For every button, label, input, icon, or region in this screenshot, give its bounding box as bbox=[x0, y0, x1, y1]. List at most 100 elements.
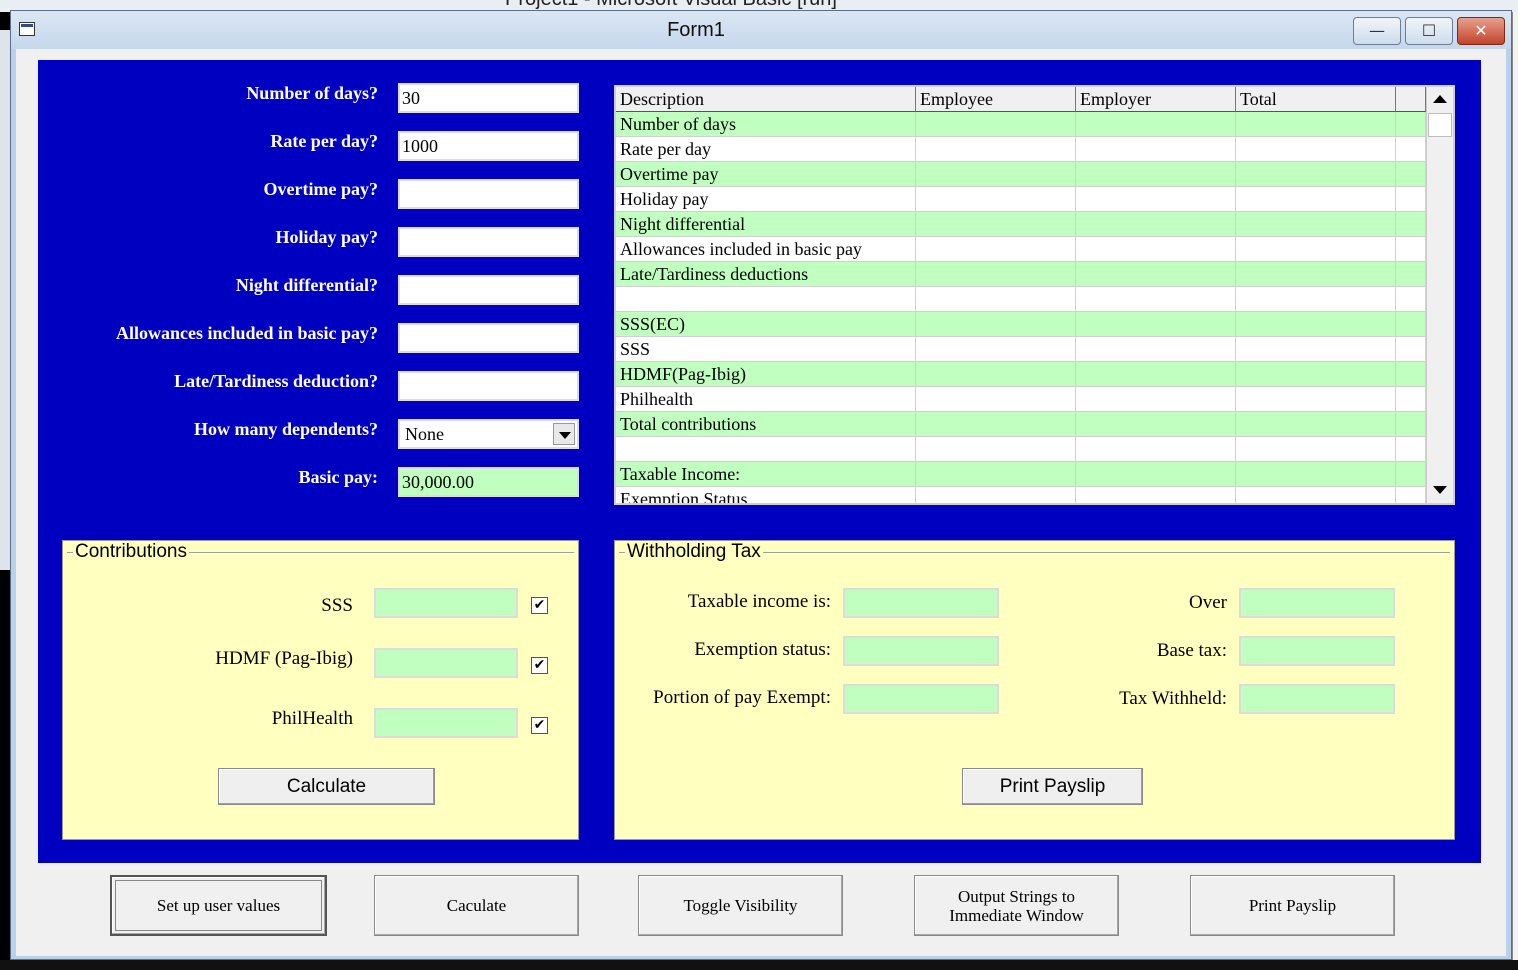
grid-cell[interactable] bbox=[916, 487, 1076, 503]
grid-cell[interactable] bbox=[1236, 487, 1396, 503]
grid-cell[interactable] bbox=[1236, 387, 1396, 412]
grid-cell[interactable] bbox=[1396, 137, 1426, 162]
grid-header-employer[interactable]: Employer bbox=[1076, 87, 1236, 112]
payslip-grid[interactable]: Description Employee Employer Total Number o… bbox=[614, 85, 1455, 505]
grid-row-label[interactable]: Allowances included in basic pay bbox=[616, 237, 916, 262]
night-differential-input[interactable] bbox=[398, 275, 579, 305]
grid-row-label[interactable] bbox=[616, 287, 916, 312]
grid-header-description[interactable]: Description bbox=[616, 87, 916, 112]
grid-cell[interactable] bbox=[1396, 162, 1426, 187]
grid-row-label[interactable]: Night differential bbox=[616, 212, 916, 237]
grid-cell[interactable] bbox=[1396, 187, 1426, 212]
grid-cell[interactable] bbox=[1076, 287, 1236, 312]
dependents-combo[interactable]: None bbox=[398, 419, 579, 449]
toggle-visibility-button[interactable]: Toggle Visibility bbox=[638, 875, 843, 936]
grid-cell[interactable] bbox=[1076, 462, 1236, 487]
philhealth-output[interactable] bbox=[374, 708, 518, 738]
grid-cell[interactable] bbox=[1396, 312, 1426, 337]
grid-cell[interactable] bbox=[916, 412, 1076, 437]
chevron-down-icon[interactable] bbox=[553, 423, 575, 445]
grid-cell[interactable] bbox=[1236, 437, 1396, 462]
grid-cell[interactable] bbox=[1396, 112, 1426, 137]
grid-cell[interactable] bbox=[1236, 412, 1396, 437]
grid-cell[interactable] bbox=[1076, 312, 1236, 337]
allowances-input[interactable] bbox=[398, 323, 579, 353]
grid-row-label[interactable]: Overtime pay bbox=[616, 162, 916, 187]
grid-row-label[interactable]: SSS bbox=[616, 337, 916, 362]
grid-cell[interactable] bbox=[1076, 137, 1236, 162]
grid-cell[interactable] bbox=[1236, 137, 1396, 162]
taxable-income-output[interactable] bbox=[843, 588, 999, 618]
grid-cell[interactable] bbox=[1076, 112, 1236, 137]
grid-cell[interactable] bbox=[1396, 412, 1426, 437]
grid-header-employee[interactable]: Employee bbox=[916, 87, 1076, 112]
grid-cell[interactable] bbox=[1076, 487, 1236, 503]
grid-cell[interactable] bbox=[1236, 287, 1396, 312]
grid-cell[interactable] bbox=[916, 237, 1076, 262]
grid-row-label[interactable] bbox=[616, 437, 916, 462]
portion-exempt-output[interactable] bbox=[843, 684, 999, 714]
grid-cell[interactable] bbox=[916, 312, 1076, 337]
grid-cell[interactable] bbox=[1236, 187, 1396, 212]
grid-cell[interactable] bbox=[1236, 237, 1396, 262]
base-tax-output[interactable] bbox=[1239, 636, 1395, 666]
grid-cell[interactable] bbox=[1076, 387, 1236, 412]
grid-cell[interactable] bbox=[916, 362, 1076, 387]
grid-cell[interactable] bbox=[1396, 287, 1426, 312]
grid-cell[interactable] bbox=[1236, 162, 1396, 187]
grid-cell[interactable] bbox=[1396, 437, 1426, 462]
grid-cell[interactable] bbox=[916, 212, 1076, 237]
grid-cell[interactable] bbox=[1076, 187, 1236, 212]
grid-cell[interactable] bbox=[1076, 412, 1236, 437]
close-button[interactable]: ✕ bbox=[1457, 17, 1505, 45]
grid-cell[interactable] bbox=[916, 112, 1076, 137]
grid-cell[interactable] bbox=[1396, 337, 1426, 362]
philhealth-checkbox[interactable]: ✔ bbox=[531, 717, 548, 734]
grid-cell[interactable] bbox=[1236, 462, 1396, 487]
grid-row-label[interactable]: Rate per day bbox=[616, 137, 916, 162]
print-payslip-button[interactable]: Print Payslip bbox=[1190, 875, 1395, 936]
grid-cell[interactable] bbox=[1396, 362, 1426, 387]
days-input[interactable]: 30 bbox=[398, 83, 579, 113]
over-output[interactable] bbox=[1239, 588, 1395, 618]
grid-row-label[interactable]: Late/Tardiness deductions bbox=[616, 262, 916, 287]
grid-cell[interactable] bbox=[1236, 262, 1396, 287]
grid-cell[interactable] bbox=[1076, 212, 1236, 237]
hdmf-output[interactable] bbox=[374, 648, 518, 678]
holiday-input[interactable] bbox=[398, 227, 579, 257]
grid-cell[interactable] bbox=[1236, 312, 1396, 337]
grid-cell[interactable] bbox=[1236, 112, 1396, 137]
grid-row-label[interactable]: Total contributions bbox=[616, 412, 916, 437]
sss-checkbox[interactable]: ✔ bbox=[531, 597, 548, 614]
scroll-down-arrow-icon[interactable] bbox=[1428, 478, 1452, 502]
grid-cell[interactable] bbox=[916, 287, 1076, 312]
grid-row-label[interactable]: Holiday pay bbox=[616, 187, 916, 212]
scroll-thumb[interactable] bbox=[1428, 113, 1452, 137]
basic-pay-output[interactable]: 30,000.00 bbox=[398, 467, 579, 497]
grid-cell[interactable] bbox=[916, 262, 1076, 287]
late-deduction-input[interactable] bbox=[398, 371, 579, 401]
grid-header-total[interactable]: Total bbox=[1236, 87, 1396, 112]
grid-cell[interactable] bbox=[1076, 262, 1236, 287]
frame-print-payslip-button[interactable]: Print Payslip bbox=[962, 768, 1143, 805]
grid-cell[interactable] bbox=[916, 162, 1076, 187]
grid-cell[interactable] bbox=[1076, 162, 1236, 187]
grid-row-label[interactable]: HDMF(Pag-Ibig) bbox=[616, 362, 916, 387]
grid-cell[interactable] bbox=[1236, 362, 1396, 387]
grid-cell[interactable] bbox=[916, 387, 1076, 412]
grid-cell[interactable] bbox=[916, 187, 1076, 212]
setup-user-values-button[interactable]: Set up user values bbox=[110, 875, 327, 936]
output-strings-button[interactable]: Output Strings to Immediate Window bbox=[914, 875, 1119, 936]
scroll-up-arrow-icon[interactable] bbox=[1428, 88, 1452, 112]
caculate-button[interactable]: Caculate bbox=[374, 875, 579, 936]
hdmf-checkbox[interactable]: ✔ bbox=[531, 657, 548, 674]
minimize-button[interactable]: — bbox=[1353, 17, 1401, 45]
tax-withheld-output[interactable] bbox=[1239, 684, 1395, 714]
grid-vertical-scrollbar[interactable] bbox=[1426, 87, 1453, 503]
grid-cell[interactable] bbox=[1396, 212, 1426, 237]
sss-output[interactable] bbox=[374, 588, 518, 618]
title-bar[interactable]: Form1 — ☐ ✕ bbox=[11, 11, 1511, 49]
grid-cell[interactable] bbox=[1076, 362, 1236, 387]
grid-cell[interactable] bbox=[1396, 487, 1426, 503]
overtime-input[interactable] bbox=[398, 179, 579, 209]
